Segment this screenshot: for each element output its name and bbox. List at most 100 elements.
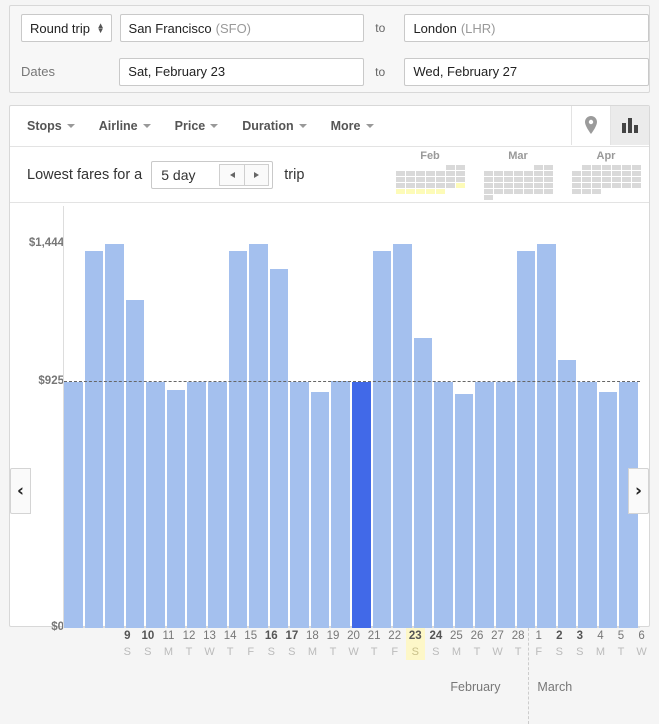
mini-calendar-day[interactable] [524, 171, 533, 176]
price-bar[interactable] [187, 382, 206, 628]
mini-calendar-day[interactable] [622, 183, 631, 188]
mini-calendar-day[interactable] [504, 183, 513, 188]
price-bar[interactable] [557, 359, 577, 628]
x-axis-day-cell[interactable]: 6W [632, 628, 651, 660]
mini-calendar-day[interactable] [582, 165, 591, 170]
mini-calendar-day[interactable] [524, 183, 533, 188]
filter-airline[interactable]: Airline [99, 119, 151, 133]
map-view-button[interactable] [571, 106, 610, 145]
mini-calendar-day[interactable] [416, 171, 425, 176]
x-axis-day-cell[interactable]: 14 T [221, 628, 240, 660]
next-dates-button[interactable]: › [628, 468, 649, 514]
mini-calendar-day[interactable] [406, 171, 415, 176]
mini-calendar-day[interactable] [534, 177, 543, 182]
mini-calendar-day[interactable] [484, 195, 493, 200]
x-axis-day-cell[interactable]: 27 W [488, 628, 507, 660]
mini-calendar-day[interactable] [582, 189, 591, 194]
price-bar[interactable] [64, 382, 83, 628]
mini-calendar-day[interactable] [456, 171, 465, 176]
mini-calendar-day[interactable] [426, 189, 435, 194]
mini-calendar-day[interactable] [456, 165, 465, 170]
x-axis-day-cell[interactable]: 17 S [283, 628, 302, 660]
price-bar[interactable] [372, 250, 392, 628]
origin-input[interactable]: San Francisco (SFO) [119, 14, 365, 42]
mini-calendar-day[interactable] [494, 183, 503, 188]
price-bar[interactable] [516, 250, 536, 628]
x-axis-day-cell[interactable]: 16 S [262, 628, 281, 660]
return-date-input[interactable]: Wed, February 27 [404, 57, 649, 86]
mini-calendar-day[interactable] [592, 171, 601, 176]
mini-calendar-day[interactable] [456, 177, 465, 182]
mini-calendar-day[interactable] [494, 177, 503, 182]
mini-calendar-day[interactable] [632, 177, 641, 182]
mini-calendar-day[interactable] [582, 183, 591, 188]
price-bar[interactable] [496, 382, 515, 628]
mini-calendar-day[interactable] [484, 171, 493, 176]
mini-calendar-day[interactable] [436, 171, 445, 176]
mini-calendar-day[interactable] [582, 171, 591, 176]
mini-calendar-day[interactable] [582, 177, 591, 182]
x-axis-day-cell[interactable]: 11 M [159, 628, 178, 660]
mini-calendar-day[interactable] [632, 165, 641, 170]
mini-calendar-day[interactable] [622, 165, 631, 170]
mini-calendar-day[interactable] [572, 183, 581, 188]
price-bar[interactable] [454, 394, 474, 628]
mini-calendar-day[interactable] [446, 165, 455, 170]
mini-calendar-day[interactable] [534, 171, 543, 176]
mini-calendar-day[interactable] [484, 177, 493, 182]
mini-calendar-day[interactable] [406, 177, 415, 182]
mini-calendar-day[interactable] [514, 183, 523, 188]
mini-calendar-day[interactable] [396, 189, 405, 194]
price-bar[interactable] [269, 269, 289, 628]
x-axis-day-cell[interactable]: 20 W [344, 628, 363, 660]
mini-calendar-day[interactable] [602, 165, 611, 170]
x-axis-day-cell[interactable]: 19 T [324, 628, 343, 660]
x-axis-day-cell[interactable]: 23 S [406, 628, 425, 660]
price-bar[interactable] [537, 244, 556, 628]
x-axis-day-cell[interactable]: 26 T [468, 628, 487, 660]
depart-date-input[interactable]: Sat, February 23 [119, 57, 364, 86]
x-axis-day-cell[interactable]: 22 F [385, 628, 404, 660]
mini-calendar-day[interactable] [534, 183, 543, 188]
mini-calendar-day[interactable] [622, 177, 631, 182]
mini-calendar-day[interactable] [484, 189, 493, 194]
mini-calendar-day[interactable] [524, 189, 533, 194]
mini-calendar-day[interactable] [494, 171, 503, 176]
mini-calendar-apr[interactable]: Apr [572, 150, 641, 200]
x-axis-day-cell[interactable]: 4M [591, 628, 610, 660]
mini-calendar-day[interactable] [406, 183, 415, 188]
price-bar[interactable] [393, 244, 412, 628]
mini-calendar-day[interactable] [592, 165, 601, 170]
price-bar[interactable] [598, 392, 618, 628]
x-axis-day-cell[interactable]: 24 S [427, 628, 446, 660]
mini-calendar-day[interactable] [534, 189, 543, 194]
price-bar[interactable] [310, 392, 330, 628]
mini-calendar-day[interactable] [612, 177, 621, 182]
price-bar[interactable] [331, 380, 350, 628]
price-bar[interactable] [434, 382, 453, 628]
x-axis-day-cell[interactable]: 7T [653, 628, 659, 660]
mini-calendar-day[interactable] [572, 177, 581, 182]
mini-calendar-day[interactable] [436, 183, 445, 188]
mini-calendar-day[interactable] [544, 177, 553, 182]
mini-calendar-day[interactable] [504, 177, 513, 182]
mini-calendar-day[interactable] [534, 165, 543, 170]
mini-calendar-day[interactable] [456, 183, 465, 188]
mini-calendar-day[interactable] [416, 189, 425, 194]
filter-stops[interactable]: Stops [27, 119, 75, 133]
mini-calendar-day[interactable] [544, 171, 553, 176]
filter-more[interactable]: More [331, 119, 374, 133]
x-axis-day-cell[interactable]: 3S [571, 628, 590, 660]
mini-calendar-day[interactable] [602, 177, 611, 182]
mini-calendar-day[interactable] [484, 183, 493, 188]
mini-calendar-day[interactable] [572, 171, 581, 176]
mini-calendar-day[interactable] [612, 171, 621, 176]
mini-calendar-day[interactable] [592, 177, 601, 182]
price-bar[interactable] [84, 250, 104, 628]
x-axis-day-cell[interactable]: 28 T [509, 628, 528, 660]
mini-calendar-day[interactable] [426, 183, 435, 188]
mini-calendar-day[interactable] [544, 183, 553, 188]
mini-calendar-feb[interactable]: Feb [396, 150, 465, 200]
mini-calendar-day[interactable] [426, 177, 435, 182]
chart-view-button[interactable] [610, 106, 649, 145]
